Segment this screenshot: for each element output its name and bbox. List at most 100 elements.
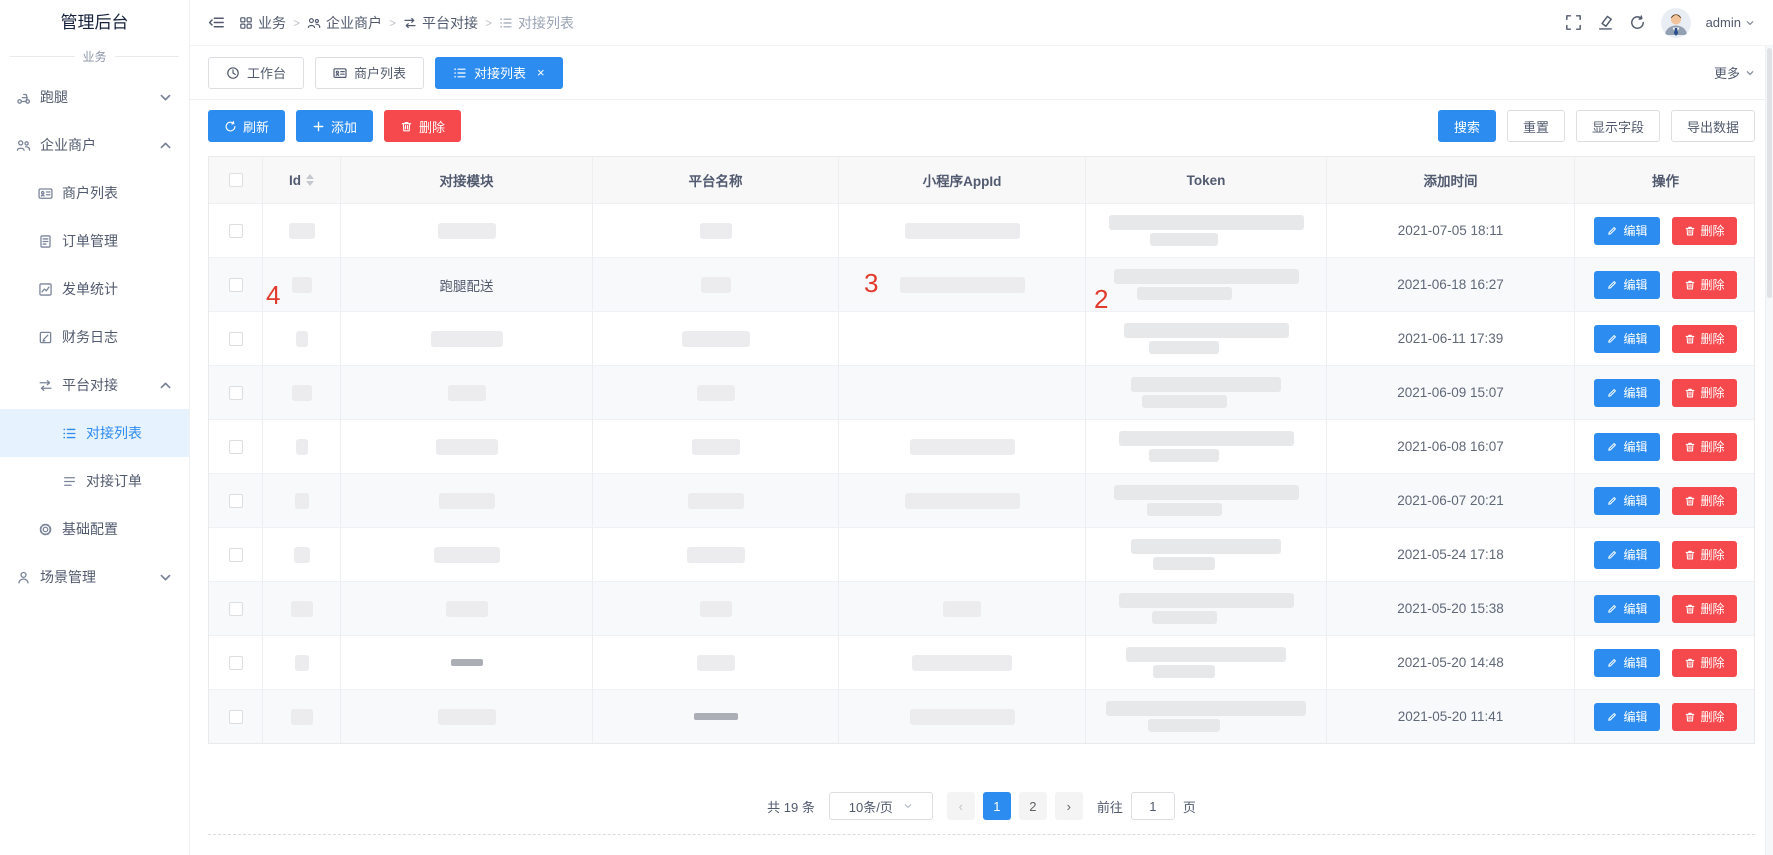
redacted-blob bbox=[905, 493, 1020, 509]
apps-icon bbox=[239, 16, 253, 30]
more-menu[interactable]: 更多 bbox=[1714, 63, 1755, 82]
row-checkbox[interactable] bbox=[229, 386, 243, 400]
trash-icon bbox=[400, 120, 413, 133]
chart-icon bbox=[38, 282, 53, 297]
sidebar-item-订单管理[interactable]: 订单管理 bbox=[0, 217, 189, 265]
tab-商户列表[interactable]: 商户列表 bbox=[315, 57, 424, 89]
cell-actions: 编辑 删除 bbox=[1574, 636, 1756, 689]
cell-platform bbox=[592, 636, 838, 689]
edit-button[interactable]: 编辑 bbox=[1594, 433, 1659, 461]
row-checkbox[interactable] bbox=[229, 710, 243, 724]
sidebar-item-对接列表[interactable]: 对接列表 bbox=[0, 409, 189, 457]
cell-checkbox bbox=[209, 690, 262, 743]
sidebar-item-企业商户[interactable]: 企业商户 bbox=[0, 121, 189, 169]
导出数据-button[interactable]: 导出数据 bbox=[1671, 110, 1755, 142]
row-checkbox[interactable] bbox=[229, 656, 243, 670]
sidebar-item-基础配置[interactable]: 基础配置 bbox=[0, 505, 189, 553]
scrollbar-thumb[interactable] bbox=[1767, 48, 1772, 298]
cell-actions: 编辑删除 bbox=[1574, 204, 1756, 257]
delete-button[interactable]: 删除 bbox=[1672, 379, 1737, 407]
delete-button[interactable]: 删除 bbox=[1672, 433, 1737, 461]
sidebar-item-发单统计[interactable]: 发单统计 bbox=[0, 265, 189, 313]
row-checkbox[interactable] bbox=[229, 278, 243, 292]
button-label: 搜索 bbox=[1454, 117, 1480, 136]
row-checkbox[interactable] bbox=[229, 224, 243, 238]
edit-button[interactable]: 编辑 bbox=[1594, 595, 1659, 623]
重置-button[interactable]: 重置 bbox=[1507, 110, 1565, 142]
cell-appid bbox=[838, 420, 1085, 473]
button-label: 显示字段 bbox=[1592, 117, 1644, 136]
delete-button[interactable]: 删除 bbox=[1672, 541, 1737, 569]
刷新-button[interactable]: 刷新 bbox=[208, 110, 285, 142]
显示字段-button[interactable]: 显示字段 bbox=[1576, 110, 1660, 142]
row-checkbox[interactable] bbox=[229, 494, 243, 508]
sidebar-item-跑腿[interactable]: 跑腿 bbox=[0, 73, 189, 121]
搜索-button[interactable]: 搜索 bbox=[1438, 110, 1496, 142]
cell-platform bbox=[592, 690, 838, 743]
prev-page-button[interactable]: ‹ bbox=[947, 792, 975, 820]
edit-label: 编辑 bbox=[1623, 654, 1647, 671]
添加-button[interactable]: 添加 bbox=[296, 110, 373, 142]
row-checkbox[interactable] bbox=[229, 332, 243, 346]
sidebar-item-平台对接[interactable]: 平台对接 bbox=[0, 361, 189, 409]
goto-page-input[interactable] bbox=[1131, 792, 1175, 820]
select-all-checkbox[interactable] bbox=[229, 173, 243, 187]
sidebar-item-商户列表[interactable]: 商户列表 bbox=[0, 169, 189, 217]
删除-button[interactable]: 删除 bbox=[384, 110, 461, 142]
sidebar-item-场景管理[interactable]: 场景管理 bbox=[0, 553, 189, 601]
button-label: 删除 bbox=[419, 117, 445, 136]
row-checkbox[interactable] bbox=[229, 440, 243, 454]
page-button-1[interactable]: 1 bbox=[983, 792, 1011, 820]
cell-time: 2021-07-05 18:11 bbox=[1326, 204, 1574, 257]
page-size-select[interactable]: 10条/页 bbox=[829, 792, 933, 820]
collapse-sidebar-icon[interactable] bbox=[208, 14, 225, 31]
avatar[interactable] bbox=[1661, 8, 1691, 38]
sidebar-item-财务日志[interactable]: 财务日志 bbox=[0, 313, 189, 361]
close-icon[interactable]: × bbox=[537, 66, 545, 79]
user-menu[interactable]: admin bbox=[1706, 15, 1755, 30]
cell-id bbox=[262, 636, 340, 689]
redacted-blob bbox=[292, 385, 312, 401]
fullscreen-icon[interactable] bbox=[1565, 14, 1582, 31]
next-page-button[interactable]: › bbox=[1055, 792, 1083, 820]
cell-actions: 编辑删除 bbox=[1574, 582, 1756, 635]
row-checkbox[interactable] bbox=[229, 548, 243, 562]
delete-button[interactable]: 删除 bbox=[1672, 649, 1737, 677]
edit-button[interactable]: 编辑 bbox=[1594, 379, 1659, 407]
cell-module bbox=[340, 474, 592, 527]
edit-button[interactable]: 编辑 bbox=[1594, 703, 1659, 731]
button-label: 刷新 bbox=[243, 117, 269, 136]
sidebar-item-label: 场景管理 bbox=[40, 567, 96, 587]
edit-button[interactable]: 编辑 bbox=[1594, 271, 1659, 299]
edit-button[interactable]: 编辑 bbox=[1594, 217, 1659, 245]
page-button-2[interactable]: 2 bbox=[1019, 792, 1047, 820]
edit-button[interactable]: 编辑 bbox=[1594, 649, 1659, 677]
breadcrumb-item-平台对接[interactable]: 平台对接 bbox=[403, 13, 478, 33]
tab-对接列表[interactable]: 对接列表× bbox=[435, 57, 563, 89]
sort-icon[interactable] bbox=[306, 174, 314, 186]
breadcrumb-item-企业商户[interactable]: 企业商户 bbox=[307, 13, 382, 33]
content: 刷新添加删除 搜索重置显示字段导出数据 Id对接模块平台名称小程序AppIdTo… bbox=[190, 100, 1773, 855]
redacted-blob bbox=[692, 439, 740, 455]
delete-button[interactable]: 删除 bbox=[1672, 217, 1737, 245]
edit-label: 编辑 bbox=[1623, 546, 1647, 563]
clear-cache-icon[interactable] bbox=[1597, 14, 1614, 31]
edit-button[interactable]: 编辑 bbox=[1594, 541, 1659, 569]
refresh-page-icon[interactable] bbox=[1629, 14, 1646, 31]
vertical-scrollbar[interactable] bbox=[1765, 46, 1773, 855]
delete-button[interactable]: 删除 bbox=[1672, 703, 1737, 731]
breadcrumb-item-业务[interactable]: 业务 bbox=[239, 13, 286, 33]
delete-button[interactable]: 删除 bbox=[1672, 271, 1737, 299]
edit-label: 编辑 bbox=[1623, 276, 1647, 293]
column-header-checkbox[interactable] bbox=[209, 157, 262, 203]
delete-button[interactable]: 删除 bbox=[1672, 325, 1737, 353]
sidebar-item-对接订单[interactable]: 对接订单 bbox=[0, 457, 189, 505]
edit-button[interactable]: 编辑 bbox=[1594, 487, 1659, 515]
delete-button[interactable]: 删除 bbox=[1672, 487, 1737, 515]
column-header-Id[interactable]: Id bbox=[262, 157, 340, 203]
module-name: 跑腿配送 bbox=[440, 275, 494, 295]
tab-工作台[interactable]: 工作台 bbox=[208, 57, 304, 89]
row-checkbox[interactable] bbox=[229, 602, 243, 616]
edit-button[interactable]: 编辑 bbox=[1594, 325, 1659, 353]
delete-button[interactable]: 删除 bbox=[1672, 595, 1737, 623]
